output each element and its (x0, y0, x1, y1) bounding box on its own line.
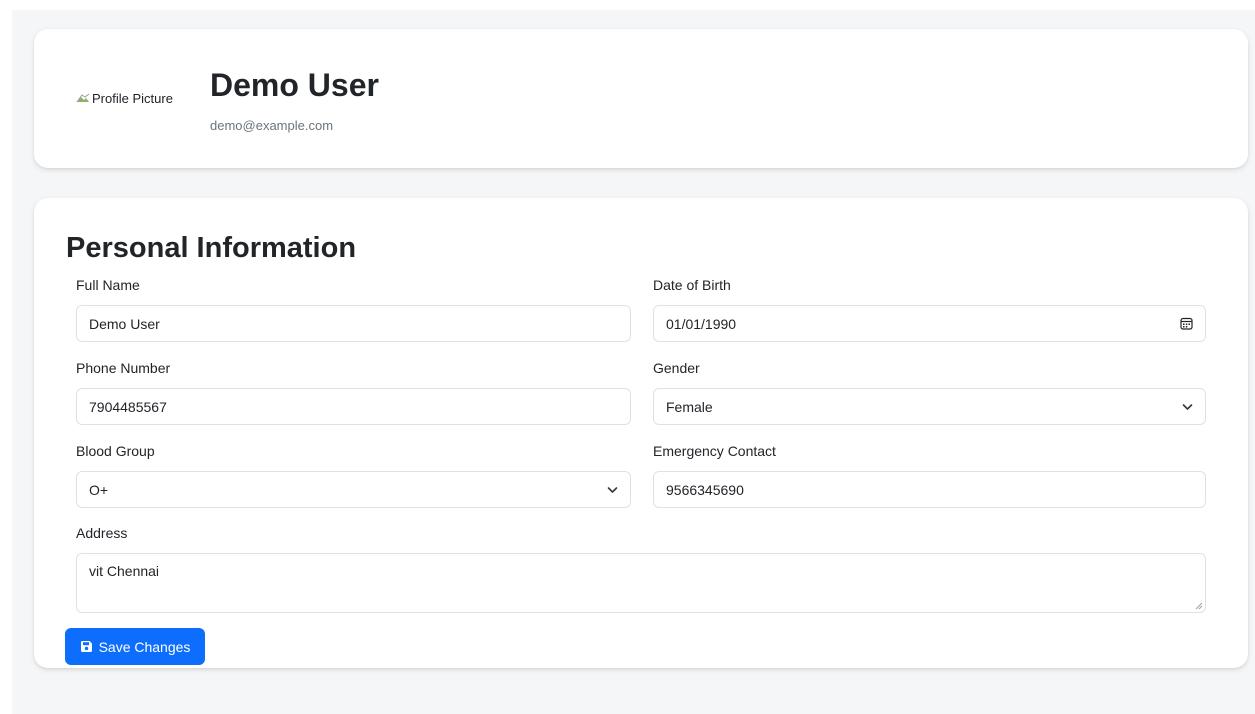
save-changes-label: Save Changes (98, 638, 191, 655)
address-value: vit Chennai (89, 563, 160, 579)
gender-select[interactable]: Female (653, 388, 1206, 425)
blood-group-value: O+ (89, 481, 109, 498)
address-label: Address (76, 525, 128, 541)
profile-picture: Profile Picture (76, 91, 173, 106)
date-of-birth-input[interactable]: 01/01/1990 (653, 305, 1206, 342)
save-changes-button[interactable]: Save Changes (65, 628, 205, 665)
section-title: Personal Information (66, 232, 357, 264)
phone-number-input[interactable]: 7904485567 (76, 388, 631, 425)
date-of-birth-label: Date of Birth (653, 277, 731, 293)
chevron-down-icon (1182, 403, 1193, 410)
blood-group-select[interactable]: O+ (76, 471, 631, 508)
profile-name: Demo User (210, 67, 379, 103)
date-of-birth-value: 01/01/1990 (666, 315, 737, 332)
chevron-down-icon (607, 486, 618, 493)
full-name-input[interactable]: Demo User (76, 305, 631, 342)
gender-label: Gender (653, 360, 700, 376)
emergency-contact-label: Emergency Contact (653, 443, 776, 459)
profile-picture-alt-text: Profile Picture (92, 91, 173, 106)
gender-value: Female (666, 398, 713, 415)
broken-image-icon (76, 93, 90, 103)
emergency-contact-value: 9566345690 (666, 481, 744, 498)
personal-information-card: Personal Information Full Name Demo User… (34, 198, 1248, 668)
address-textarea[interactable]: vit Chennai (76, 553, 1206, 613)
full-name-label: Full Name (76, 277, 140, 293)
profile-card: Profile Picture Demo User demo@example.c… (34, 29, 1248, 168)
full-name-value: Demo User (89, 315, 160, 332)
floppy-disk-icon (80, 641, 92, 652)
resize-handle-icon[interactable] (1195, 602, 1203, 610)
phone-number-label: Phone Number (76, 360, 171, 376)
blood-group-label: Blood Group (76, 443, 155, 459)
calendar-icon[interactable] (1180, 317, 1193, 330)
profile-email: demo@example.com (210, 118, 334, 133)
emergency-contact-input[interactable]: 9566345690 (653, 471, 1206, 508)
phone-number-value: 7904485567 (89, 398, 167, 415)
